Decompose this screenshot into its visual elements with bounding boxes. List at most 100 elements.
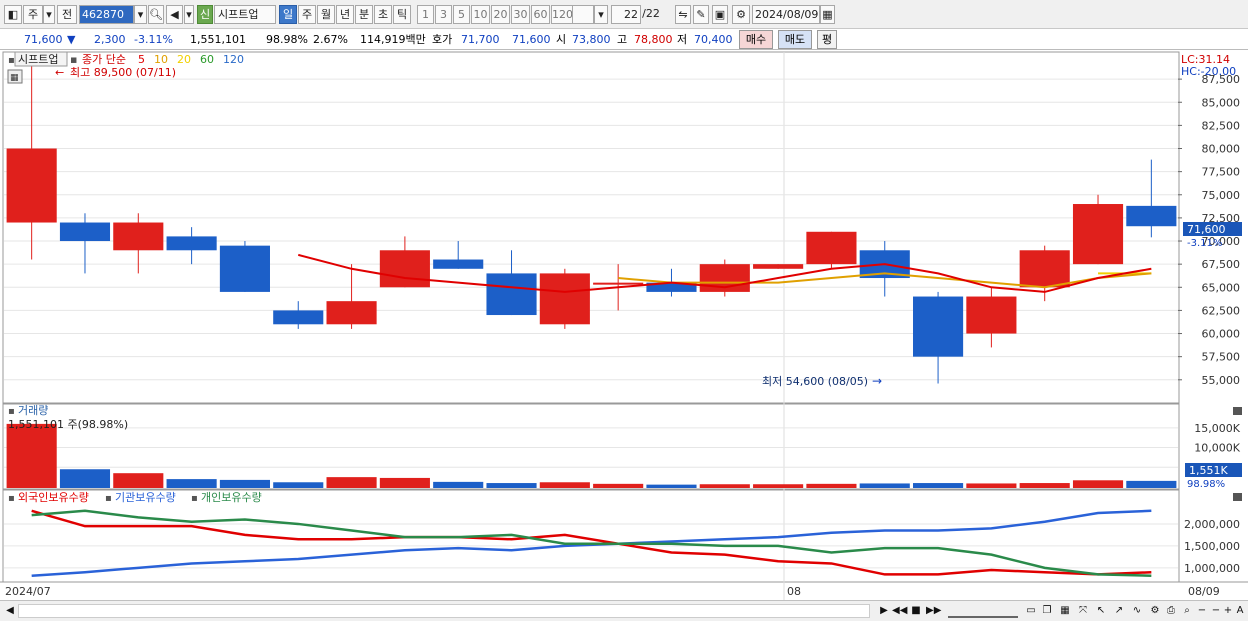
volume-bar (59, 469, 111, 488)
rewind-icon[interactable]: ◀◀ (892, 604, 907, 618)
interval-button-5[interactable]: 5 (453, 5, 470, 24)
high-marker: 최고 89,500 (07/11) (70, 66, 176, 79)
prev-button[interactable]: 전 (57, 5, 77, 24)
interval-button-30[interactable]: 30 (511, 5, 530, 24)
tab-period-1[interactable]: 주 (298, 5, 316, 24)
high-label: 고 (617, 33, 628, 46)
count-input[interactable]: 22 (611, 5, 641, 24)
ma-legend-10: 10 (154, 53, 168, 66)
zoom-slider[interactable] (948, 604, 1018, 618)
search-icon[interactable]: 🔍︎ (148, 5, 164, 24)
interval-dropdown-icon[interactable]: ▾ (594, 5, 608, 24)
chevron-down-icon[interactable]: ▾ (43, 5, 55, 24)
volume-bar (913, 483, 964, 488)
cursor-icon[interactable]: ↖ (1094, 604, 1108, 618)
prev-label: 전 (61, 8, 73, 21)
tab-period-0[interactable]: 일 (279, 5, 297, 24)
zoom-out-icon[interactable]: − (1196, 604, 1208, 618)
ma-prefix: 종가 단순 (82, 53, 126, 66)
trade-amount: 114,919백만 (360, 33, 426, 46)
volume-bar (699, 484, 750, 488)
play-icon[interactable]: ▶ (878, 604, 890, 618)
candle-body (593, 282, 644, 285)
current-change-tag: -3.11% (1187, 238, 1222, 249)
buy-label: 매수 (745, 33, 767, 46)
volume-bar (6, 423, 57, 488)
volume-bar (273, 482, 324, 488)
interval-button-10[interactable]: 10 (471, 5, 490, 24)
crosshair-icon[interactable]: ⤧ (1076, 604, 1090, 618)
price-tick-label: 62,500 (1202, 304, 1241, 317)
new-listing-badge: 신 (197, 5, 213, 24)
chart-scroll-bar: ◀ ▶ ◀◀ ■ ▶▶ ▭ ❐ ▦ ⤧ ↖ ↗ ∿ ⚙ ⎙ ⌕ − − + A (0, 600, 1248, 621)
trade-volume: 1,551,101 (190, 33, 246, 46)
copy-icon[interactable]: ❐ (1040, 604, 1054, 618)
tab-period-5[interactable]: 초 (374, 5, 392, 24)
fast-forward-icon[interactable]: ▶▶ (926, 604, 941, 618)
candle-body (273, 310, 324, 325)
tab-period-6[interactable]: 틱 (393, 5, 411, 24)
stock-chart[interactable]: 55,00057,50060,00062,50065,00067,50070,0… (0, 50, 1248, 600)
drawing-icon[interactable]: ✎ (693, 5, 709, 24)
tab-period-2[interactable]: 월 (317, 5, 335, 24)
volume-bar (593, 483, 644, 488)
volume-bar (646, 484, 697, 488)
average-button[interactable]: 평 (817, 30, 837, 49)
volume-ratio: 98.98% (266, 33, 308, 46)
layout-icon[interactable]: ▭ (1024, 604, 1038, 618)
main-toolbar: ◧ 주 ▾ 전 462870 ▾ 🔍︎ ◀ ▾ 신 시프트업 일주월년분초틱 1… (0, 0, 1248, 29)
candles (6, 60, 1177, 384)
save-icon[interactable]: ▣ (712, 5, 728, 24)
holding-axis: 1,000,000 1,500,000 2,000,000 (1184, 518, 1240, 575)
code-dropdown-icon[interactable]: ▾ (134, 5, 147, 24)
interval-extra-input[interactable] (572, 5, 594, 24)
candle-body (753, 264, 804, 269)
zoom-in-icon[interactable]: + (1222, 604, 1234, 618)
zoom-icon[interactable]: ⌕ (1180, 604, 1194, 618)
scroll-track[interactable] (18, 604, 870, 618)
sell-button[interactable]: 매도 (778, 30, 812, 49)
holding-legend-dot-icon: ▪ (105, 493, 112, 504)
interval-button-1[interactable]: 1 (417, 5, 434, 24)
panel-icon[interactable]: ◧ (4, 5, 22, 24)
interval-button-60[interactable]: 60 (531, 5, 550, 24)
font-icon[interactable]: A (1234, 604, 1246, 618)
holding-legend-2: 개인보유수량 (201, 491, 262, 504)
tab-period-3[interactable]: 년 (336, 5, 354, 24)
candle-body (433, 259, 484, 269)
volume-bar (859, 483, 910, 488)
buy-button[interactable]: 매수 (739, 30, 773, 49)
print-icon[interactable]: ⎙ (1164, 604, 1178, 618)
wave-icon[interactable]: ∿ (1130, 604, 1144, 618)
date-value: 2024/08/09 (755, 8, 819, 21)
low-marker: 최저 54,600 (08/05) (762, 375, 868, 388)
trend-icon[interactable]: ↗ (1112, 604, 1126, 618)
interval-button-120[interactable]: 120 (551, 5, 573, 24)
grid-icon[interactable]: ▦ (1058, 604, 1072, 618)
stock-code-input[interactable]: 462870 (79, 5, 134, 24)
settings-icon[interactable]: ⚙ (1148, 604, 1162, 618)
calendar-icon[interactable]: ▦ (820, 5, 835, 24)
interval-button-3[interactable]: 3 (435, 5, 452, 24)
period-mode-select[interactable]: 주 (23, 5, 43, 24)
gear-icon[interactable]: ⚙ (732, 5, 750, 24)
speaker-icon[interactable]: ◀ (166, 5, 183, 24)
speaker-dropdown-icon[interactable]: ▾ (184, 5, 194, 24)
compare-icon[interactable]: ⇋ (675, 5, 691, 24)
holding-close-icon[interactable] (1233, 493, 1242, 501)
price-tick-label: 80,000 (1202, 143, 1241, 156)
volume-close-icon[interactable] (1233, 407, 1242, 415)
volume-bar (219, 479, 270, 488)
interval-button-20[interactable]: 20 (491, 5, 510, 24)
scroll-left-icon[interactable]: ◀ (4, 604, 16, 618)
holding-legend: ▪ 외국인보유수량 ▪ 기관보유수량 ▪ 개인보유수량 (8, 491, 262, 504)
volume-bars (6, 423, 1177, 488)
date-input[interactable]: 2024/08/09 (752, 5, 820, 24)
tab-period-4[interactable]: 분 (355, 5, 373, 24)
price-tick-label: 60,000 (1202, 328, 1241, 341)
minus-icon[interactable]: − (1210, 604, 1222, 618)
volume-bar (966, 483, 1017, 488)
stop-icon[interactable]: ■ (910, 604, 922, 618)
price-change: 2,300 (94, 33, 126, 46)
volume-title: 거래량 (18, 404, 48, 417)
